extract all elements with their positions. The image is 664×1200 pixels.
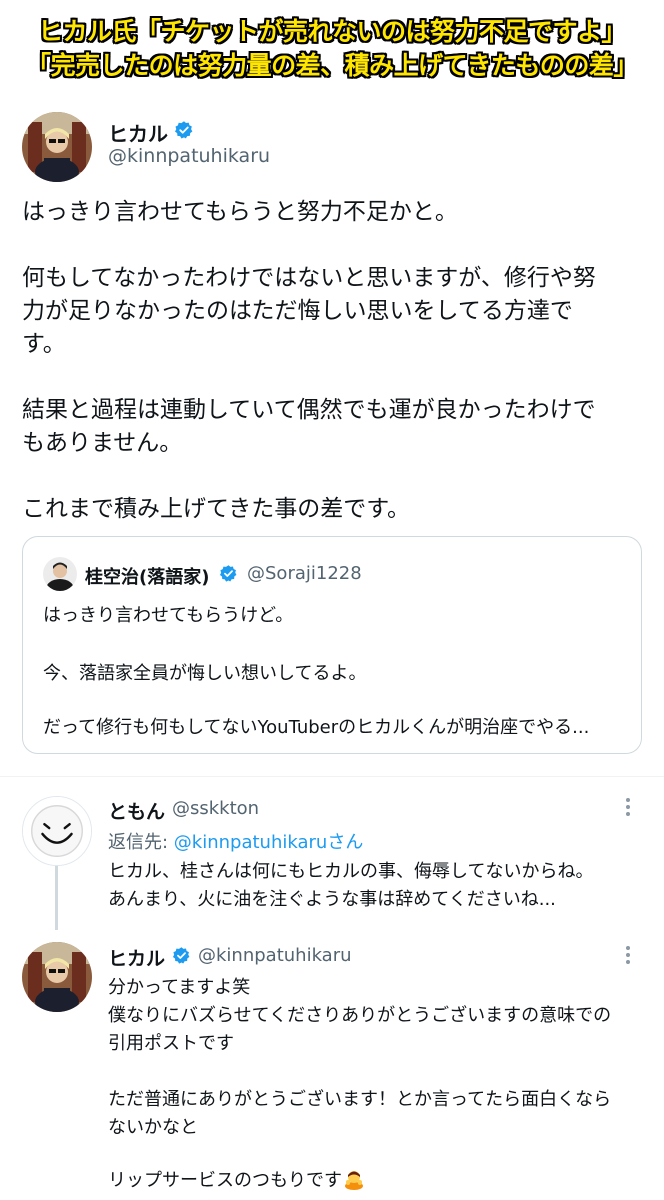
- reply-text-last: リップサービスのつもりです: [108, 1166, 366, 1195]
- reply-text-line: 分かってますよ笑: [108, 977, 251, 998]
- verified-badge-icon: [172, 946, 191, 965]
- verified-badge-icon: [174, 120, 194, 140]
- reply-to-label: 返信先:: [108, 832, 174, 853]
- author-name[interactable]: ヒカル: [108, 118, 168, 147]
- more-options-icon[interactable]: [624, 796, 632, 818]
- more-options-icon[interactable]: [624, 944, 632, 966]
- quoted-text-line: 今、落語家全員が悔しい想いしてるよ。: [43, 663, 367, 684]
- avatar[interactable]: [22, 942, 92, 1012]
- tweet-line: [22, 361, 642, 394]
- tweet-line: [22, 460, 642, 493]
- reply-text-line: ヒカル、桂さんは何にもヒカルの事、侮辱してないからね。: [108, 861, 594, 882]
- divider: [0, 776, 664, 777]
- headline-banner: ヒカル氏「チケットが売れないのは努力不足ですよ」 「完売したのは努力量の差、積み…: [0, 0, 664, 86]
- quoted-text-line: はっきり言わせてもらうけど。: [43, 605, 294, 626]
- quoted-tweet-card[interactable]: 桂空治(落語家) @Soraji1228 はっきり言わせてもらうけど。 今、落語…: [22, 536, 642, 754]
- headline-line-2: 「完売したのは努力量の差、積み上げてきたものの差」: [26, 51, 638, 80]
- reply-text-line: あんまり、火に油を注ぐような事は辞めてくださいね...: [108, 889, 556, 910]
- tweet-line: もありません。: [22, 430, 183, 456]
- tweet-line: [22, 229, 642, 262]
- quoted-text-line: だって修行も何もしてないYouTuberのヒカルくんが明治座でやる...: [43, 717, 590, 738]
- person-bowing-emoji-icon: [342, 1166, 366, 1190]
- tweet-line: はっきり言わせてもらうと努力不足かと。: [22, 199, 458, 225]
- tweet-text: はっきり言わせてもらうと努力不足かと。 何もしてなかったわけではないと思いますが…: [22, 196, 642, 526]
- reply-author-handle[interactable]: @kinnpatuhikaru: [198, 945, 352, 966]
- headline-line-1: ヒカル氏「チケットが売れないのは努力不足ですよ」: [37, 17, 627, 46]
- reply-to-mention[interactable]: @kinnpatuhikaruさん: [174, 832, 364, 853]
- reply-text-line: 引用ポストです: [108, 1033, 234, 1054]
- reply-author-name[interactable]: ともん: [108, 797, 165, 824]
- reply-text-line: 僕なりにバズらせてくださりありがとうございますの意味での: [108, 1005, 612, 1026]
- quoted-author-name: 桂空治(落語家): [85, 567, 210, 588]
- reply-author-name[interactable]: ヒカル: [108, 944, 165, 971]
- tweet-line: 力が足りなかったのはただ悔しい思いをしてる方達で: [22, 298, 573, 324]
- quoted-author-handle: @Soraji1228: [247, 563, 362, 584]
- verified-badge-icon: [219, 564, 238, 583]
- reply-to-indicator: 返信先: @kinnpatuhikaruさん: [108, 828, 363, 854]
- reply-text-line: ないかなと: [108, 1117, 198, 1138]
- tweet-line: す。: [22, 331, 66, 357]
- reply-author-handle[interactable]: @sskkton: [172, 798, 259, 819]
- reply-text-line: リップサービスのつもりです: [108, 1170, 342, 1191]
- author-handle[interactable]: @kinnpatuhikaru: [108, 145, 270, 167]
- avatar[interactable]: [22, 796, 92, 866]
- tweet-line: 結果と過程は連動していて偶然でも運が良かったわけで: [22, 397, 596, 423]
- thread-connector: [55, 866, 58, 930]
- quoted-avatar: [43, 557, 77, 591]
- tweet-line: 何もしてなかったわけではないと思いますが、修行や努: [22, 265, 596, 291]
- avatar[interactable]: [22, 112, 92, 182]
- tweet-line: これまで積み上げてきた事の差です。: [22, 496, 411, 522]
- reply-text-line: ただ普通にありがとうございます！とか言ってたら面白くなら: [108, 1089, 612, 1110]
